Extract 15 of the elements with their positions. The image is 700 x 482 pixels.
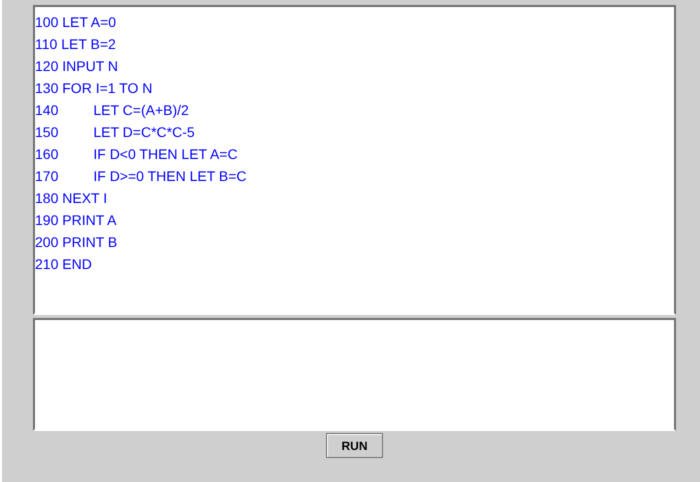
code-line: 100 LET A=0: [35, 13, 116, 32]
code-line: 130 FOR I=1 TO N: [35, 79, 152, 98]
code-line: 120 INPUT N: [35, 57, 118, 76]
output-area[interactable]: [33, 318, 676, 431]
code-line: 180 NEXT I: [35, 189, 108, 208]
code-editor[interactable]: 100 LET A=0 110 LET B=2 120 INPUT N 130 FOR I=1 TO N 140 LET C=(A+B)/2 150 LET D=C*C*C-5 160 IF D<0 THEN LET A=C 170 IF D>=0 THEN LET B=C 180 NEXT I 190 PRINT A 200 PRINT B 210 END: [33, 5, 676, 315]
code-line: 170 IF D>=0 THEN LET B=C: [35, 167, 247, 186]
code-line: 110 LET B=2: [35, 35, 116, 54]
code-line: 200 PRINT B: [35, 233, 118, 252]
code-line: 150 LET D=C*C*C-5: [35, 123, 195, 142]
code-line: 140 LET C=(A+B)/2: [35, 101, 189, 120]
code-line: 190 PRINT A: [35, 211, 116, 230]
code-line: 210 END: [35, 255, 92, 274]
code-line: 160 IF D<0 THEN LET A=C: [35, 145, 238, 164]
run-button[interactable]: RUN: [326, 433, 383, 458]
